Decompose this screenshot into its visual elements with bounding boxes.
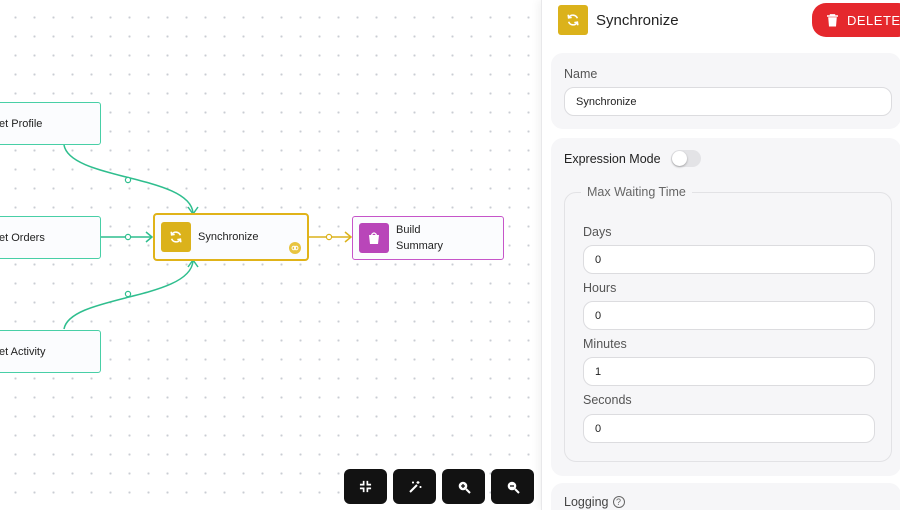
days-input[interactable]: 0 (583, 245, 875, 274)
node-get-activity[interactable]: et Activity (0, 330, 101, 373)
name-input[interactable]: Synchronize (564, 87, 892, 116)
zoom-in-button[interactable] (442, 469, 485, 504)
delete-button[interactable]: DELETE (812, 3, 900, 37)
edge-activity-handle (124, 290, 132, 298)
timing-section: Expression Mode Max Waiting Time Days 0 … (551, 138, 900, 476)
max-waiting-time-group: Max Waiting Time Days 0 Hours 0 Minutes … (564, 185, 892, 462)
bucket-icon (359, 223, 389, 253)
magic-wand-icon (408, 480, 421, 493)
zoom-in-icon (458, 481, 471, 494)
auto-layout-button[interactable] (393, 469, 436, 504)
seconds-label: Seconds (583, 393, 632, 407)
seconds-input[interactable]: 0 (583, 414, 875, 443)
compress-icon (359, 480, 372, 493)
name-label: Name (564, 67, 598, 81)
logging-row: Logging ? (564, 495, 625, 509)
max-waiting-time-legend: Max Waiting Time (581, 185, 692, 199)
hours-input[interactable]: 0 (583, 301, 875, 330)
link-icon (289, 242, 301, 254)
expression-mode-row: Expression Mode (564, 150, 701, 167)
panel-header: Synchronize (558, 4, 679, 36)
logging-section: Logging ? (551, 483, 900, 510)
zoom-out-icon (507, 481, 520, 494)
sync-icon (161, 222, 191, 252)
trash-icon (827, 13, 838, 26)
delete-label: DELETE (847, 12, 900, 28)
node-label-line2: Summary (396, 240, 444, 252)
panel-title: Synchronize (596, 11, 679, 29)
node-label: Synchronize (198, 231, 259, 243)
help-icon[interactable]: ? (612, 496, 625, 508)
node-build-summary[interactable]: Build Summary (352, 216, 504, 260)
node-label: et Activity (0, 345, 46, 358)
node-get-profile[interactable]: et Profile (0, 102, 101, 145)
fit-view-button[interactable] (344, 469, 387, 504)
edge-orders-handle (124, 233, 132, 241)
edge-sync-handle (325, 233, 333, 241)
days-label: Days (583, 225, 612, 239)
minutes-label: Minutes (583, 337, 627, 351)
edge-profile-handle (124, 176, 132, 184)
node-label: et Profile (0, 117, 43, 130)
node-get-orders[interactable]: et Orders (0, 216, 101, 259)
canvas-toolbar (344, 469, 534, 504)
hours-label: Hours (583, 281, 617, 295)
node-label: et Orders (0, 231, 45, 244)
sync-icon (558, 5, 588, 35)
expression-mode-toggle[interactable] (670, 150, 701, 167)
node-label-line1: Build (396, 224, 421, 236)
minutes-input[interactable]: 1 (583, 357, 875, 386)
node-synchronize[interactable]: Synchronize (153, 213, 309, 261)
logging-label: Logging (564, 495, 609, 509)
expression-mode-label: Expression Mode (564, 151, 661, 166)
zoom-out-button[interactable] (491, 469, 534, 504)
workflow-canvas[interactable]: et Profile et Orders et Activity Synchro… (0, 0, 541, 510)
name-section: Name Synchronize (551, 53, 900, 129)
properties-panel: Synchronize DELETE Name Synchronize Expr… (541, 0, 900, 510)
